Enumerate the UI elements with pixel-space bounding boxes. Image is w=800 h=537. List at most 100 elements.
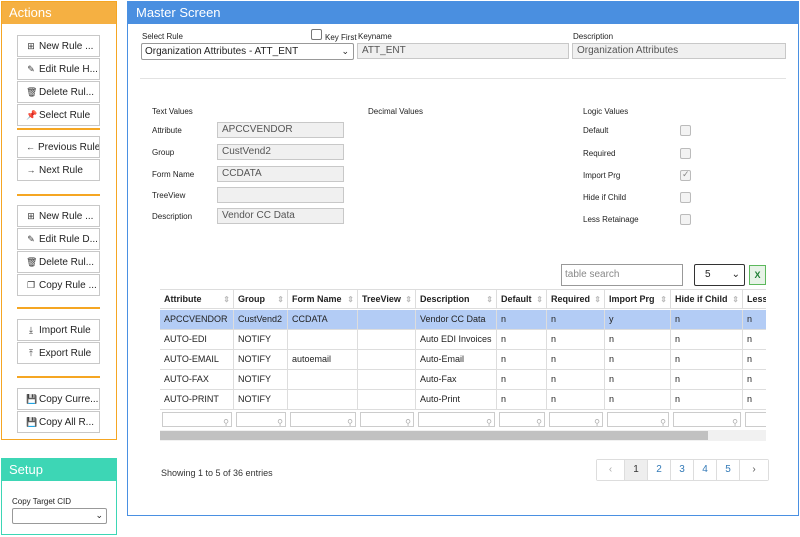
action-button-label: Copy Curre...: [39, 393, 99, 405]
action-button[interactable]: ❐ Copy Rule ...: [17, 274, 100, 296]
column-filter-input[interactable]: ⚲: [499, 412, 545, 427]
logic-field-checkbox[interactable]: [680, 148, 691, 159]
column-header[interactable]: Less: [743, 289, 766, 309]
table-cell: n: [497, 330, 547, 350]
table-row[interactable]: AUTO-FAX NOTIFY Auto-Fax n n n n n: [160, 370, 766, 390]
table-cell: [358, 310, 416, 330]
pagination-page-4[interactable]: 4: [694, 460, 717, 480]
logic-field-label: Required: [583, 149, 616, 158]
logic-field-checkbox[interactable]: [680, 192, 691, 203]
pagination-page-5[interactable]: 5: [717, 460, 740, 480]
arrow-right-icon: →: [26, 165, 36, 175]
column-header[interactable]: Group ⇕: [234, 289, 288, 309]
pagination-page-2[interactable]: 2: [648, 460, 671, 480]
filter-cell: ⚲: [605, 410, 671, 430]
action-button-label: Next Rule: [39, 164, 83, 176]
pagination-prev[interactable]: ‹: [597, 460, 625, 480]
excel-export-icon[interactable]: X: [749, 265, 766, 285]
action-button[interactable]: ✎ Edit Rule H...: [17, 58, 100, 80]
key-first-checkbox[interactable]: [311, 29, 322, 40]
action-button[interactable]: ⤒ Export Rule: [17, 342, 100, 364]
column-header-label: Less: [747, 294, 766, 304]
action-button[interactable]: ⊞ New Rule ...: [17, 205, 100, 227]
table-cell: n: [605, 370, 671, 390]
column-header[interactable]: TreeView ⇕: [358, 289, 416, 309]
column-header[interactable]: Hide if Child ⇕: [671, 289, 743, 309]
action-button[interactable]: ✎ Edit Rule D...: [17, 228, 100, 250]
copy-target-select[interactable]: ⌄: [12, 508, 107, 524]
keyname-label: Keyname: [358, 32, 392, 41]
column-header[interactable]: Required ⇕: [547, 289, 605, 309]
logic-field-checkbox[interactable]: [680, 214, 691, 225]
logic-field-checkbox[interactable]: [680, 125, 691, 136]
action-button[interactable]: 🗑 Delete Rul...: [17, 81, 100, 103]
column-header[interactable]: Attribute ⇕: [160, 289, 234, 309]
copy-icon: ❐: [26, 279, 36, 290]
column-filter-input[interactable]: ⚲: [549, 412, 603, 427]
logic-field-label: Less Retainage: [583, 215, 639, 224]
column-filter-input[interactable]: ⚲: [745, 412, 766, 427]
table-header-row: Attribute ⇕ Group ⇕ Form Name ⇕ TreeView ⇕ Descr…: [160, 289, 766, 309]
text-field-input[interactable]: CustVend2: [217, 144, 344, 160]
column-filter-input[interactable]: ⚲: [236, 412, 286, 427]
action-button-label: New Rule ...: [39, 210, 94, 222]
action-button[interactable]: 🗑 Delete Rul...: [17, 251, 100, 273]
action-button-label: Previous Rule: [38, 141, 100, 153]
table-row[interactable]: APCCVENDOR CustVend2 CCDATA Vendor CC Data n…: [160, 310, 766, 330]
text-field-input[interactable]: CCDATA: [217, 166, 344, 182]
pagination-next[interactable]: ›: [740, 460, 768, 480]
table-cell: [288, 330, 358, 350]
action-button[interactable]: ⤓ Import Rule: [17, 319, 100, 341]
column-filter-input[interactable]: ⚲: [673, 412, 741, 427]
table-cell: n: [743, 330, 766, 350]
select-rule-label: Select Rule: [142, 32, 183, 41]
table-cell: [358, 370, 416, 390]
pagination-page-1[interactable]: 1: [625, 460, 648, 480]
column-header[interactable]: Description ⇕: [416, 289, 497, 309]
column-filter-input[interactable]: ⚲: [360, 412, 414, 427]
table-cell: [288, 390, 358, 410]
column-header[interactable]: Default ⇕: [497, 289, 547, 309]
table-cell: n: [605, 390, 671, 410]
table-cell: AUTO-EDI: [160, 330, 234, 350]
column-filter-input[interactable]: ⚲: [418, 412, 495, 427]
table-cell: NOTIFY: [234, 370, 288, 390]
table-cell: n: [671, 350, 743, 370]
search-icon: ⚲: [536, 418, 542, 427]
column-filter-input[interactable]: ⚲: [290, 412, 356, 427]
page-size-select[interactable]: 5 ⌄: [694, 264, 745, 286]
action-button[interactable]: ← Previous Rule: [17, 136, 100, 158]
text-field-input[interactable]: Vendor CC Data: [217, 208, 344, 224]
action-button[interactable]: 💾 Copy Curre...: [17, 388, 100, 410]
description-label: Description: [573, 32, 614, 41]
logic-field-checkbox[interactable]: ✓: [680, 169, 691, 181]
action-button[interactable]: 📌 Select Rule: [17, 104, 100, 126]
table-search-input[interactable]: table search: [561, 264, 683, 286]
description-field[interactable]: Organization Attributes: [572, 43, 786, 59]
action-button[interactable]: ⊞ New Rule ...: [17, 35, 100, 57]
table-row[interactable]: AUTO-EDI NOTIFY Auto EDI Invoices n n n n n: [160, 330, 766, 350]
pagination-page-3[interactable]: 3: [671, 460, 694, 480]
column-header-label: Group: [238, 294, 265, 304]
action-button[interactable]: → Next Rule: [17, 159, 100, 181]
action-button[interactable]: 💾 Copy All R...: [17, 411, 100, 433]
table-cell: n: [671, 310, 743, 330]
filter-row: ⚲ ⚲ ⚲ ⚲ ⚲ ⚲ ⚲ ⚲ ⚲ ⚲: [160, 410, 766, 430]
text-field-input[interactable]: [217, 187, 344, 203]
master-title: Master Screen: [128, 2, 798, 24]
column-header-label: Required: [551, 294, 591, 304]
action-button-label: Copy Rule ...: [39, 279, 97, 291]
table-row[interactable]: AUTO-EMAIL NOTIFY autoemail Auto-Email n n n n n: [160, 350, 766, 370]
actions-separator: [17, 128, 100, 130]
column-filter-input[interactable]: ⚲: [607, 412, 669, 427]
table-row[interactable]: AUTO-PRINT NOTIFY Auto-Print n n n n n: [160, 390, 766, 410]
table-horizontal-scrollbar[interactable]: [160, 430, 766, 441]
keyname-field[interactable]: ATT_ENT: [357, 43, 569, 59]
text-field-input[interactable]: APCCVENDOR: [217, 122, 344, 138]
column-header[interactable]: Form Name ⇕: [288, 289, 358, 309]
scrollbar-thumb[interactable]: [160, 431, 708, 440]
column-header[interactable]: Import Prg ⇕: [605, 289, 671, 309]
column-filter-input[interactable]: ⚲: [162, 412, 232, 427]
table-cell: [358, 350, 416, 370]
select-rule-dropdown[interactable]: Organization Attributes - ATT_ENT ⌄: [141, 43, 354, 60]
